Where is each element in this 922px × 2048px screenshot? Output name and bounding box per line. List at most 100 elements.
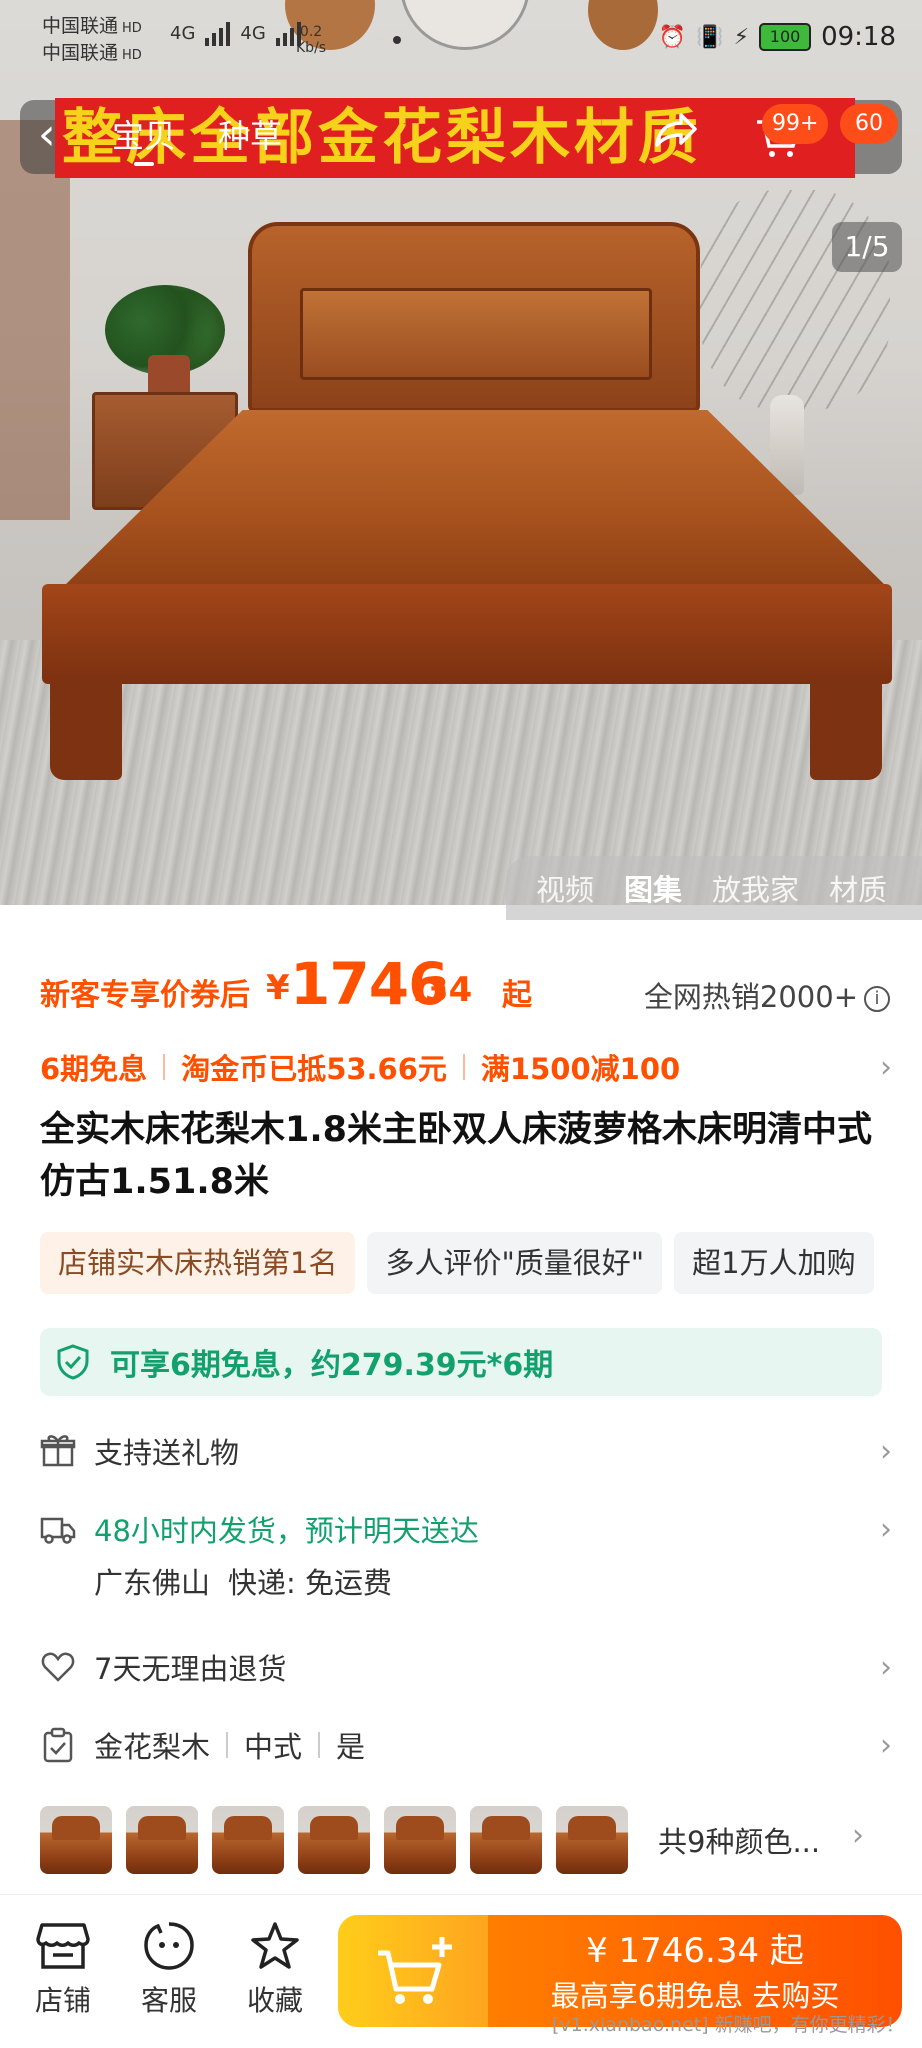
divider bbox=[226, 1732, 229, 1758]
hd-label: HD bbox=[122, 48, 142, 63]
star-icon bbox=[251, 1922, 299, 1969]
ship-express: 快递: 免运费 bbox=[228, 1566, 393, 1600]
color-swatch[interactable] bbox=[40, 1806, 112, 1874]
shipping-row[interactable]: 48小时内发货，预计明天送达 › bbox=[40, 1508, 892, 1550]
tab-material[interactable]: 材质 bbox=[829, 867, 887, 909]
attr-style: 中式 bbox=[244, 1730, 303, 1764]
price-currency: ¥ bbox=[266, 968, 290, 1008]
color-swatches[interactable]: 共9种颜色... bbox=[40, 1806, 820, 1874]
customer-service-button[interactable]: 客服 bbox=[124, 1921, 214, 2019]
tag-list: 店铺实木床热销第1名 多人评价"质量很好" 超1万人加购 bbox=[40, 1232, 874, 1294]
service-face-icon bbox=[144, 1922, 194, 1970]
battery-icon: 100 bbox=[759, 23, 812, 51]
tab-zhongcao[interactable]: 种草 bbox=[218, 116, 282, 156]
attr-material: 金花梨木 bbox=[94, 1730, 211, 1764]
color-swatch[interactable] bbox=[384, 1806, 456, 1874]
gift-label: 支持送礼物 bbox=[94, 1436, 240, 1470]
installment-text: 可享6期免息，约279.39元*6期 bbox=[110, 1348, 554, 1383]
back-button[interactable]: ‹ bbox=[38, 110, 78, 160]
hot-sale-text: 全网热销2000+ bbox=[643, 980, 858, 1014]
cart-badge: 60 bbox=[840, 104, 898, 144]
tag-ranking[interactable]: 店铺实木床热销第1名 bbox=[40, 1232, 356, 1294]
status-icons: ⏰ 📳 ⚡ 100 09:18 bbox=[659, 22, 896, 52]
speed-unit: Kb/s bbox=[296, 40, 327, 56]
price-decimal: .34 bbox=[412, 970, 473, 1010]
color-swatch[interactable] bbox=[556, 1806, 628, 1874]
shop-button[interactable]: 店铺 bbox=[18, 1921, 108, 2019]
attr-value: 是 bbox=[336, 1730, 366, 1764]
alarm-icon: ⏰ bbox=[658, 24, 687, 50]
tag-review[interactable]: 多人评价"质量很好" bbox=[367, 1232, 663, 1294]
info-icon: i bbox=[864, 986, 890, 1012]
favorite-button[interactable]: 收藏 bbox=[230, 1921, 320, 2019]
shipping-detail: 广东佛山 快递: 免运费 bbox=[94, 1560, 410, 1602]
add-to-cart-button[interactable] bbox=[338, 1915, 488, 2027]
color-count: 共9种颜色... bbox=[658, 1825, 821, 1859]
shop-icon bbox=[36, 1923, 90, 1969]
installment-banner[interactable]: 可享6期免息，约279.39元*6期 bbox=[40, 1328, 882, 1396]
heart-icon bbox=[41, 1652, 75, 1682]
chevron-right-icon: › bbox=[880, 1727, 892, 1763]
promo-discount: 满1500减100 bbox=[480, 1052, 681, 1086]
carrier-name: 中国联通 bbox=[42, 15, 119, 37]
share-button[interactable] bbox=[648, 110, 702, 164]
tag-cart-count[interactable]: 超1万人加购 bbox=[674, 1232, 874, 1294]
product-image-carousel[interactable]: 中国联通 HD 中国联通 HD 4G 4G 0.2 Kb/s ⏰ 📳 ⚡ 100 0… bbox=[0, 0, 922, 905]
network-speed: 0.2 Kb/s bbox=[296, 24, 326, 56]
chevron-right-icon: › bbox=[880, 1511, 892, 1547]
tab-gallery[interactable]: 图集 bbox=[624, 867, 682, 909]
chevron-right-icon: › bbox=[880, 1433, 892, 1469]
color-swatch[interactable] bbox=[298, 1806, 370, 1874]
wall-decoration bbox=[0, 120, 70, 520]
attributes-row[interactable]: 金花梨木 中式 是 › bbox=[40, 1724, 892, 1766]
color-swatch[interactable] bbox=[126, 1806, 198, 1874]
carved-panel bbox=[300, 288, 652, 380]
network-type: 4G bbox=[240, 22, 266, 44]
hot-sale-info[interactable]: 全网热销2000+ i bbox=[644, 974, 890, 1016]
tab-video[interactable]: 视频 bbox=[536, 867, 594, 909]
gift-row[interactable]: 支持送礼物 › bbox=[40, 1430, 892, 1472]
bed-front-rail bbox=[42, 584, 892, 684]
network-type: 4G bbox=[170, 22, 196, 44]
hd-label: HD bbox=[122, 21, 142, 36]
carrier-name: 中国联通 bbox=[42, 42, 119, 64]
divider bbox=[163, 1054, 166, 1080]
signal-icon bbox=[205, 20, 231, 46]
notification-dot bbox=[393, 36, 401, 44]
shield-check-icon bbox=[57, 1344, 89, 1380]
promo-row[interactable]: 6期免息 淘金币已抵53.66元 满1500减100 › bbox=[40, 1046, 892, 1088]
tab-baobei[interactable]: 宝贝 bbox=[112, 116, 176, 166]
price-suffix: 起 bbox=[502, 978, 532, 1013]
promo-banner-text: 整床全部金花梨木材质 bbox=[62, 103, 702, 173]
status-bar: 中国联通 HD 中国联通 HD 4G 4G 0.2 Kb/s ⏰ 📳 ⚡ 100 0… bbox=[0, 0, 922, 82]
shipping-time: 48小时内发货，预计明天送达 bbox=[94, 1514, 479, 1548]
truck-icon bbox=[40, 1517, 76, 1544]
returns-row[interactable]: 7天无理由退货 › bbox=[40, 1646, 892, 1688]
color-swatch[interactable] bbox=[212, 1806, 284, 1874]
tab-put-in-home[interactable]: 放我家 bbox=[712, 867, 799, 909]
chevron-right-icon: › bbox=[880, 1649, 892, 1685]
share-icon bbox=[655, 113, 697, 147]
watermark: [v1.xianbao.net] 新赚吧，有你更精彩！ bbox=[552, 2014, 905, 2036]
image-counter: 1/5 bbox=[832, 222, 902, 272]
gift-icon bbox=[40, 1435, 76, 1467]
divider bbox=[462, 1054, 465, 1080]
favorite-label: 收藏 bbox=[246, 1984, 303, 2017]
network-indicator: 4G 4G bbox=[170, 20, 301, 46]
price-label: 新客专享价券后 bbox=[40, 978, 250, 1013]
buy-price: ¥ 1746.34 起 bbox=[586, 1931, 804, 1971]
clipboard-icon bbox=[43, 1727, 73, 1763]
carrier-info: 中国联通 HD 中国联通 HD bbox=[42, 14, 142, 68]
charging-icon: ⚡ bbox=[733, 24, 750, 50]
buy-subtitle: 最高享6期免息 去购买 bbox=[550, 1979, 840, 2013]
color-swatch[interactable] bbox=[470, 1806, 542, 1874]
divider bbox=[318, 1732, 321, 1758]
chevron-right-icon[interactable]: › bbox=[852, 1818, 922, 1853]
media-tabs: 视频 图集 放我家 材质 bbox=[506, 856, 922, 920]
ship-origin: 广东佛山 bbox=[94, 1566, 211, 1600]
cart-plus-icon bbox=[378, 1937, 452, 2004]
returns-label: 7天无理由退货 bbox=[94, 1652, 287, 1686]
message-badge: 99+ bbox=[762, 104, 829, 144]
shop-label: 店铺 bbox=[34, 1984, 91, 2017]
price-row: 新客专享价券后 ¥ 1746 .34 起 全网热销2000+ i bbox=[40, 950, 890, 1018]
